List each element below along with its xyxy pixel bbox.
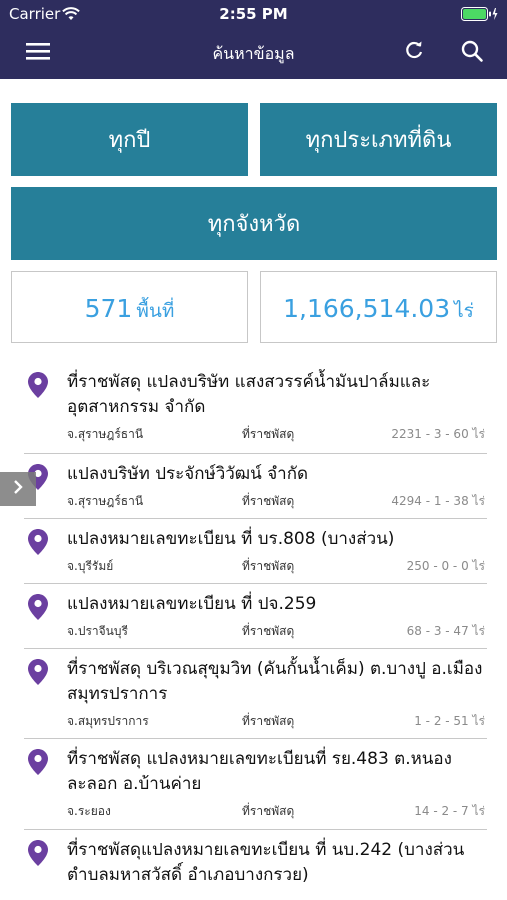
- list-item[interactable]: แปลงบริษัท ประจักษ์วิวัฒน์ จำกัด จ.สุราษ…: [24, 454, 487, 519]
- top-bar: Carrier 2:55 PM ค้นหาข้อมูล: [0, 0, 507, 79]
- item-size: 4294 - 1 - 38 ไร่: [391, 494, 485, 508]
- item-type: ที่ราชพัสดุ: [242, 804, 295, 818]
- location-pin-icon: [28, 840, 48, 870]
- area-count: 571: [84, 294, 133, 323]
- nav-bar: ค้นหาข้อมูล: [0, 28, 507, 79]
- item-province: จ.บุรีรัมย์: [67, 559, 114, 573]
- item-meta: จ.ระยอง ที่ราชพัสดุ 14 - 2 - 7 ไร่: [67, 797, 487, 822]
- item-meta: จ.บุรีรัมย์ ที่ราชพัสดุ 250 - 0 - 0 ไร่: [67, 552, 487, 577]
- list-item[interactable]: แปลงหมายเลขทะเบียน ที่ ปจ.259 จ.ปราจีนบุ…: [24, 584, 487, 649]
- item-type: ที่ราชพัสดุ: [242, 559, 295, 573]
- item-meta: จ.สุราษฎร์ธานี ที่ราชพัสดุ 4294 - 1 - 38…: [67, 487, 487, 512]
- item-province: จ.ปราจีนบุรี: [67, 624, 128, 638]
- item-size: 14 - 2 - 7 ไร่: [414, 804, 485, 818]
- list-item[interactable]: ที่ราชพัสดุ แปลงหมายเลขทะเบียนที่ รย.483…: [24, 739, 487, 830]
- item-size: 250 - 0 - 0 ไร่: [406, 559, 485, 573]
- item-meta: จ.สมุทรปราการ ที่ราชพัสดุ 1 - 2 - 51 ไร่: [67, 707, 487, 732]
- list-item[interactable]: ที่ราชพัสดุ แปลงบริษัท แสงสวรรค์น้ำมันปา…: [24, 362, 487, 454]
- list-item[interactable]: ที่ราชพัสดุ บริเวณสุขุมวิท (คันกั้นน้ำเค…: [24, 649, 487, 739]
- refresh-icon[interactable]: [403, 40, 429, 66]
- search-icon[interactable]: [460, 39, 486, 65]
- battery-icon: [461, 6, 499, 25]
- area-unit: พื้นที่: [136, 300, 175, 322]
- land-type-filter-button[interactable]: ทุกประเภทที่ดิน: [260, 103, 497, 176]
- item-province: จ.สมุทรปราการ: [67, 714, 149, 728]
- item-title: แปลงหมายเลขทะเบียน ที่ บร.808 (บางส่วน): [67, 529, 395, 549]
- chevron-right-icon: [11, 478, 25, 500]
- rai-total: 1,166,514.03: [283, 294, 451, 323]
- list-item[interactable]: แปลงหมายเลขทะเบียน ที่ บร.808 (บางส่วน) …: [24, 519, 487, 584]
- item-size: 68 - 3 - 47 ไร่: [406, 624, 485, 638]
- item-type: ที่ราชพัสดุ: [242, 427, 295, 441]
- land-list: ที่ราชพัสดุ แปลงบริษัท แสงสวรรค์น้ำมันปา…: [0, 362, 507, 900]
- item-type: ที่ราชพัสดุ: [242, 494, 295, 508]
- clock: 2:55 PM: [219, 5, 288, 23]
- location-pin-icon: [28, 749, 48, 779]
- item-title: แปลงหมายเลขทะเบียน ที่ ปจ.259: [67, 594, 317, 614]
- status-bar: Carrier 2:55 PM: [0, 0, 507, 28]
- item-size: 2231 - 3 - 60 ไร่: [391, 427, 485, 441]
- area-count-box: 571 พื้นที่: [11, 271, 248, 343]
- province-filter-button[interactable]: ทุกจังหวัด: [11, 187, 497, 260]
- item-meta: จ.ปราจีนบุรี ที่ราชพัสดุ 68 - 3 - 47 ไร่: [67, 617, 487, 642]
- location-pin-icon: [28, 659, 48, 689]
- item-title: ที่ราชพัสดุแปลงหมายเลขทะเบียน ที่ นบ.242…: [67, 840, 465, 885]
- side-drawer-tab[interactable]: [0, 472, 36, 506]
- list-item[interactable]: ที่ราชพัสดุแปลงหมายเลขทะเบียน ที่ นบ.242…: [24, 830, 487, 900]
- item-province: จ.สุราษฎร์ธานี: [67, 494, 144, 508]
- item-title: ที่ราชพัสดุ บริเวณสุขุมวิท (คันกั้นน้ำเค…: [67, 659, 483, 704]
- item-province: จ.ระยอง: [67, 804, 111, 818]
- item-title: ที่ราชพัสดุ แปลงหมายเลขทะเบียนที่ รย.483…: [67, 749, 452, 794]
- page-title: ค้นหาข้อมูล: [212, 44, 295, 63]
- item-province: จ.สุราษฎร์ธานี: [67, 427, 144, 441]
- location-pin-icon: [28, 372, 48, 402]
- item-type: ที่ราชพัสดุ: [242, 624, 295, 638]
- rai-total-box: 1,166,514.03 ไร่: [260, 271, 497, 343]
- rai-unit: ไร่: [454, 300, 474, 322]
- location-pin-icon: [28, 529, 48, 559]
- item-meta: จ.สุราษฎร์ธานี ที่ราชพัสดุ 2231 - 3 - 60…: [67, 420, 487, 445]
- item-type: ที่ราชพัสดุ: [242, 714, 295, 728]
- year-filter-button[interactable]: ทุกปี: [11, 103, 248, 176]
- location-pin-icon: [28, 594, 48, 624]
- item-title: ที่ราชพัสดุ แปลงบริษัท แสงสวรรค์น้ำมันปา…: [67, 372, 431, 417]
- item-size: 1 - 2 - 51 ไร่: [414, 714, 485, 728]
- item-title: แปลงบริษัท ประจักษ์วิวัฒน์ จำกัด: [67, 464, 309, 484]
